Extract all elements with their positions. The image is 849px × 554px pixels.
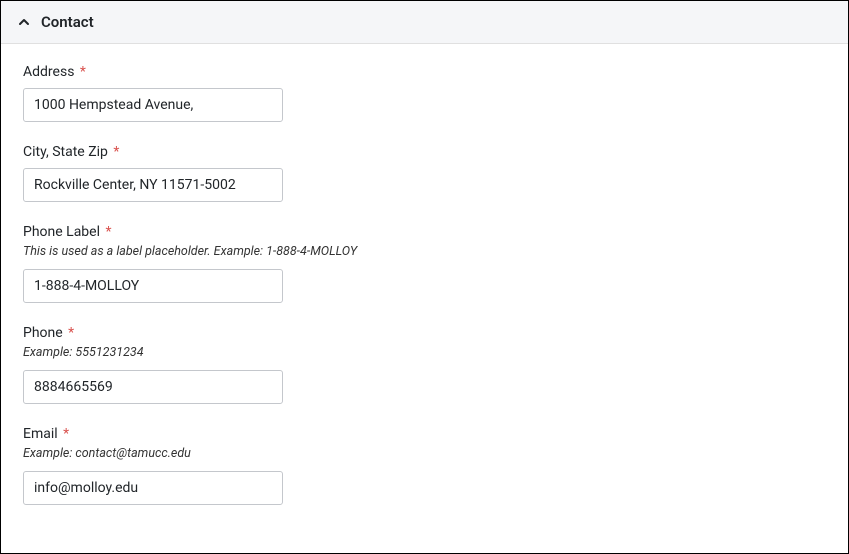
address-label: Address * [23,64,826,80]
form-group-email: Email * Example: contact@tamucc.edu [23,426,826,505]
form-body: Address * City, State Zip * Phone Label … [1,44,848,547]
required-mark: * [63,426,69,442]
phone-help: Example: 5551231234 [23,345,826,360]
form-group-phone: Phone * Example: 5551231234 [23,325,826,404]
phone-label-label-text: Phone Label [23,224,100,240]
city-state-zip-label-text: City, State Zip [23,144,108,160]
phone-label: Phone * [23,325,826,341]
section-title: Contact [41,13,94,31]
section-header-contact[interactable]: Contact [1,1,848,44]
email-help: Example: contact@tamucc.edu [23,446,826,461]
phone-input[interactable] [23,370,283,404]
chevron-up-icon [17,15,31,29]
required-mark: * [68,325,74,341]
email-input[interactable] [23,471,283,505]
email-label: Email * [23,426,826,442]
form-group-city-state-zip: City, State Zip * [23,144,826,202]
form-group-phone-label: Phone Label * This is used as a label pl… [23,224,826,303]
phone-label-label: Phone Label * [23,224,826,240]
form-group-address: Address * [23,64,826,122]
phone-label-text: Phone [23,325,63,341]
city-state-zip-input[interactable] [23,168,283,202]
city-state-zip-label: City, State Zip * [23,144,826,160]
phone-label-help: This is used as a label placeholder. Exa… [23,244,826,259]
email-label-text: Email [23,426,58,442]
required-mark: * [113,144,119,160]
address-input[interactable] [23,88,283,122]
address-label-text: Address [23,64,74,80]
phone-label-input[interactable] [23,269,283,303]
required-mark: * [80,64,86,80]
required-mark: * [105,224,111,240]
